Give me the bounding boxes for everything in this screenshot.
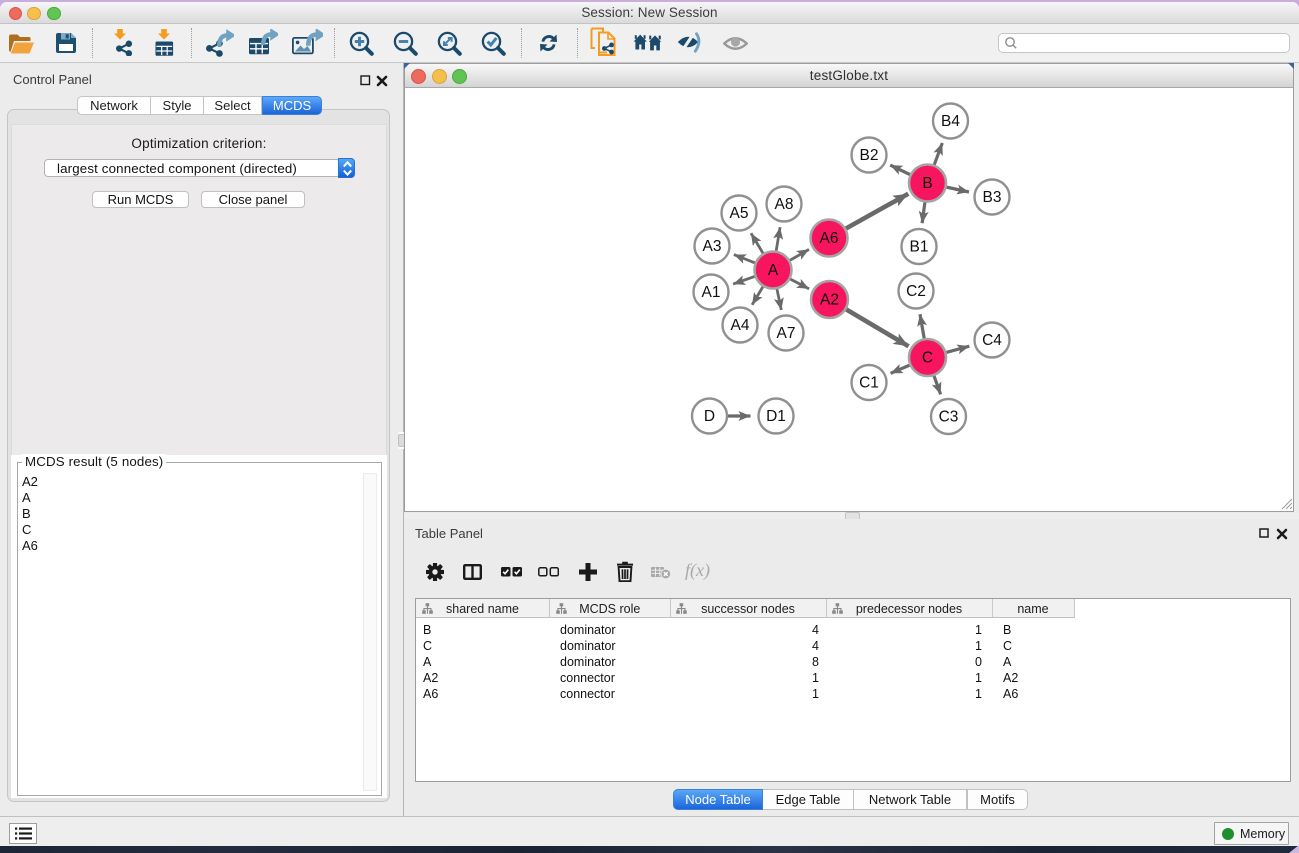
svg-text:A7: A7: [777, 325, 796, 342]
svg-text:C3: C3: [939, 409, 959, 426]
svg-text:C: C: [922, 350, 933, 367]
svg-text:A: A: [768, 262, 779, 279]
svg-text:B4: B4: [941, 113, 960, 130]
svg-text:B3: B3: [983, 189, 1002, 206]
svg-text:A8: A8: [775, 196, 794, 213]
svg-text:A3: A3: [703, 238, 722, 255]
svg-text:B2: B2: [860, 147, 879, 164]
svg-text:A1: A1: [702, 284, 721, 301]
svg-text:C2: C2: [906, 283, 926, 300]
svg-text:A4: A4: [731, 317, 750, 334]
svg-text:B1: B1: [910, 239, 929, 256]
svg-text:D: D: [704, 408, 715, 425]
svg-text:C4: C4: [982, 332, 1002, 349]
svg-text:B: B: [922, 175, 932, 192]
svg-text:A6: A6: [820, 230, 839, 247]
svg-text:A5: A5: [730, 205, 749, 222]
svg-text:A2: A2: [820, 292, 839, 309]
svg-text:D1: D1: [766, 408, 786, 425]
svg-text:C1: C1: [859, 375, 879, 392]
